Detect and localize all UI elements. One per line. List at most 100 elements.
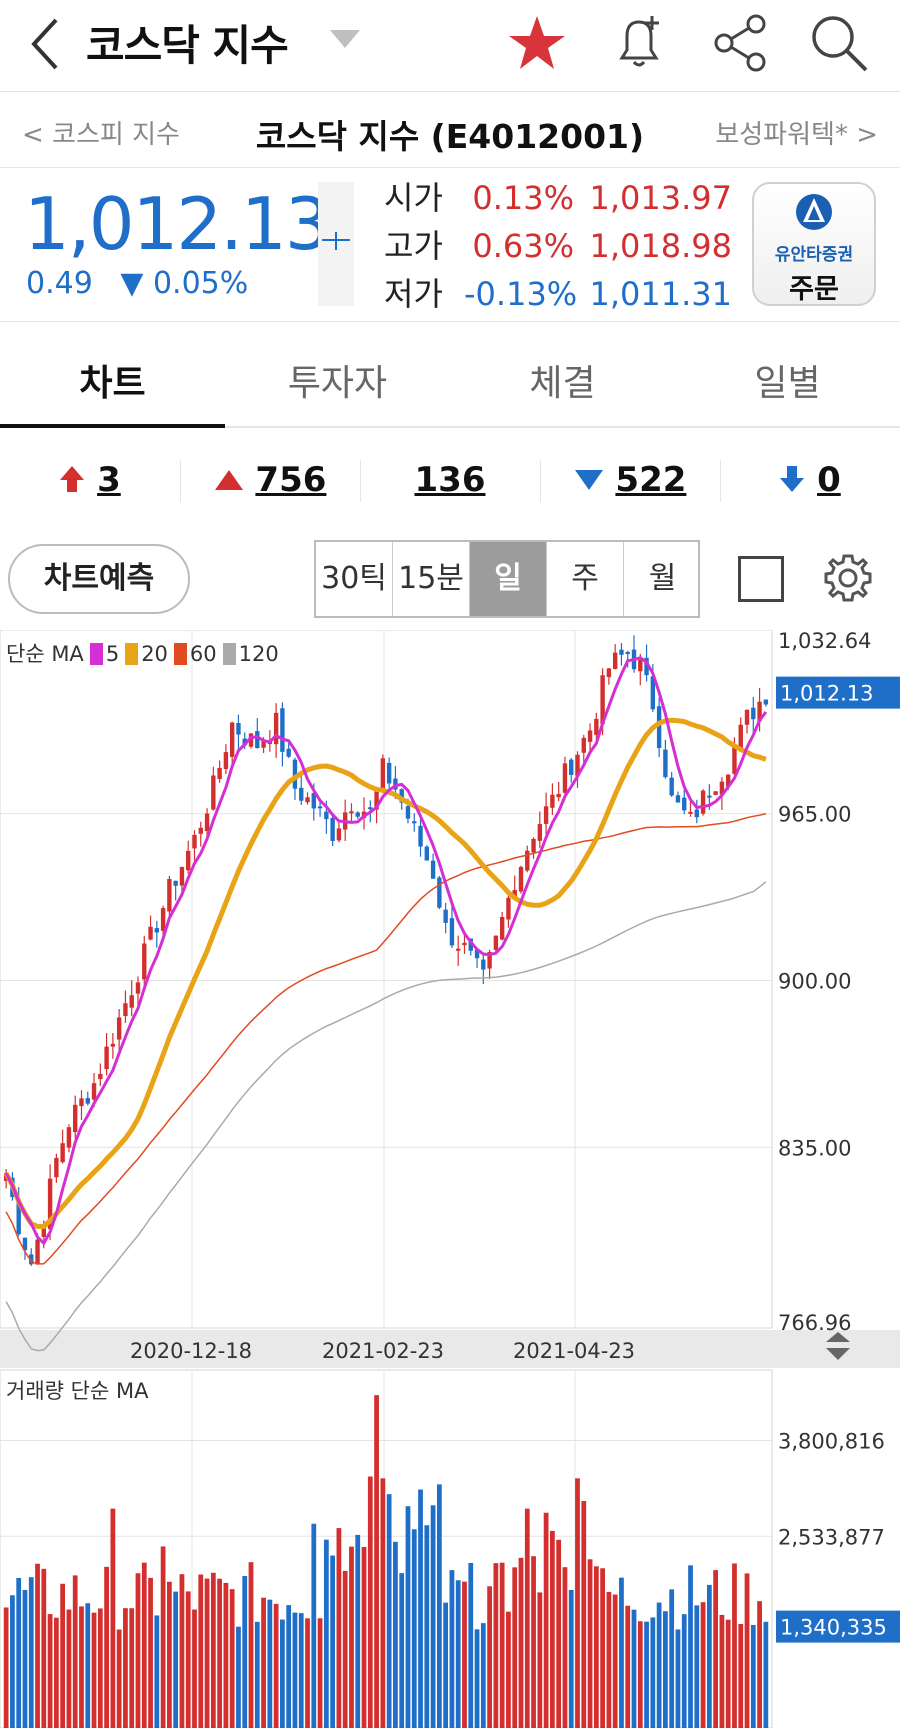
unchanged-count[interactable]: 136 [360, 460, 540, 500]
candle-body [619, 649, 624, 655]
volume-bar [367, 1476, 373, 1728]
period-30tick[interactable]: 30틱 [316, 542, 393, 616]
triangle-up-icon [214, 470, 243, 490]
candle-body [443, 909, 448, 923]
candle-body [418, 825, 423, 847]
chevron-down-icon[interactable] [330, 28, 360, 50]
open-value: 1,013.97 [589, 179, 733, 217]
volume-bar [393, 1541, 398, 1728]
tab-daily[interactable]: 일별 [675, 354, 900, 406]
volume-bar [72, 1575, 78, 1728]
price-panel [0, 630, 773, 1329]
arrow-up-limit-icon [60, 466, 85, 492]
candle-body [625, 652, 630, 655]
candle-body [330, 817, 335, 841]
volume-bar [575, 1478, 580, 1728]
candle-body [694, 809, 699, 818]
candle-body [91, 1083, 97, 1100]
volume-bar [675, 1629, 681, 1728]
back-arrow-icon[interactable] [26, 14, 66, 74]
tab-chart[interactable]: 차트 [0, 354, 225, 406]
period-week[interactable]: 주 [547, 542, 624, 616]
candle-body [104, 1046, 109, 1070]
period-day[interactable]: 일 [470, 542, 547, 616]
volume-bar [512, 1567, 518, 1728]
tab-investor[interactable]: 투자자 [225, 354, 450, 406]
volume-bar [688, 1565, 693, 1728]
period-selector: 30틱 15분 일 주 월 [314, 540, 700, 618]
volume-bar [198, 1574, 204, 1728]
volume-bar [436, 1484, 442, 1728]
candle-body [198, 827, 203, 834]
ma60-swatch [173, 643, 187, 665]
candle-body [368, 807, 373, 810]
candle-body [255, 731, 260, 749]
star-favorite-icon[interactable] [504, 10, 570, 76]
next-stock-link[interactable]: 보성파워텍* > [715, 114, 878, 151]
volume-bar [16, 1578, 22, 1728]
candle-body [700, 790, 706, 814]
volume-bar [148, 1577, 153, 1728]
volume-bar [763, 1621, 769, 1728]
volume-bar [192, 1609, 197, 1728]
candle-body [682, 797, 687, 811]
content-tabs: 차트 투자자 체결 일별 [0, 322, 900, 428]
chart-predict-button[interactable]: 차트예측 [8, 544, 190, 614]
volume-bar [462, 1581, 467, 1728]
candle-body [751, 707, 756, 720]
market-breadth: 3 756 136 522 0 [0, 430, 900, 530]
gear-icon[interactable] [820, 550, 876, 606]
candle-body [229, 722, 235, 757]
volume-bar [524, 1508, 530, 1728]
candle-body [738, 724, 743, 750]
volume-bar [700, 1602, 706, 1728]
lower-limit-count[interactable]: 0 [720, 460, 900, 500]
period-15min[interactable]: 15분 [393, 542, 470, 616]
volume-bar [123, 1608, 128, 1728]
yuanta-logo-icon [796, 194, 832, 230]
volume-bar [53, 1617, 59, 1728]
high-value: 1,018.98 [589, 227, 733, 265]
candle-body [73, 1104, 78, 1133]
candle-body [60, 1143, 65, 1163]
volume-bar [217, 1578, 223, 1728]
volume-bar [317, 1618, 323, 1728]
low-row: 저가 -0.13% 1,011.31 [384, 270, 732, 318]
price-volume-chart[interactable]: 1,032.64 965.00 900.00 835.00 766.96 1,012.13… [0, 630, 900, 1728]
volume-bar [600, 1568, 606, 1728]
volume-bar [499, 1562, 505, 1728]
volume-bar [254, 1621, 260, 1728]
search-icon[interactable] [806, 10, 872, 76]
upper-limit-count[interactable]: 3 [0, 460, 180, 500]
low-label: 저가 [384, 275, 443, 313]
volume-bar [135, 1573, 141, 1728]
candle-body [587, 730, 593, 742]
expand-checkbox[interactable] [738, 556, 784, 602]
volume-bar [706, 1584, 712, 1728]
volume-bar [179, 1574, 185, 1728]
candle-body [154, 928, 160, 933]
chart-area[interactable]: 1,032.64 965.00 900.00 835.00 766.96 1,012.13… [0, 630, 900, 1728]
volume-bar [374, 1395, 379, 1728]
declining-count[interactable]: 522 [540, 460, 720, 500]
volume-bar [166, 1581, 172, 1728]
ma20-swatch [125, 643, 139, 665]
candle-body [324, 811, 329, 820]
tab-trades[interactable]: 체결 [450, 354, 675, 406]
candle-body [707, 795, 712, 798]
period-month[interactable]: 월 [624, 542, 701, 616]
candle-body [606, 668, 612, 678]
order-button[interactable]: 유안타증권 주문 [752, 182, 876, 306]
ma120-swatch [222, 643, 236, 665]
ohl-table: 시가 0.13% 1,013.97 고가 0.63% 1,018.98 저가 -0.13%… [384, 174, 732, 318]
volume-bar [261, 1597, 266, 1728]
candle-body [675, 795, 681, 803]
volume-bar [625, 1605, 631, 1728]
candle-body [135, 982, 141, 994]
share-icon[interactable] [708, 10, 774, 76]
advancing-count[interactable]: 756 [180, 460, 360, 500]
bell-add-icon[interactable] [606, 10, 672, 76]
volume-bar [248, 1562, 254, 1728]
candle-body [217, 767, 222, 779]
active-tab-underline [0, 424, 225, 428]
